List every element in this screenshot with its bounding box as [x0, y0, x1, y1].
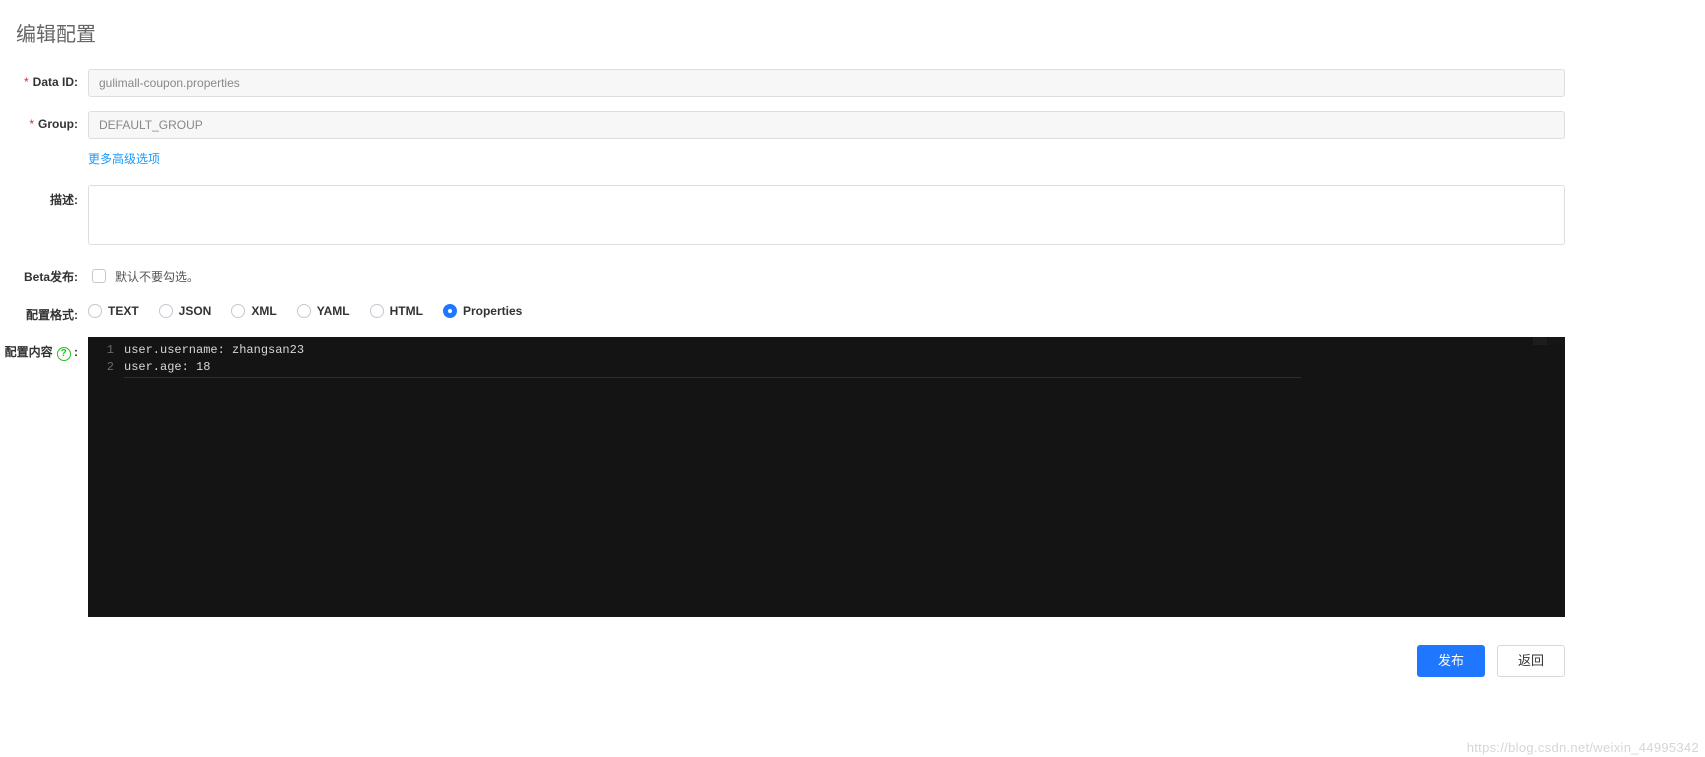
radio-icon — [159, 304, 173, 318]
format-radio-label: XML — [251, 304, 276, 318]
help-icon[interactable]: ? — [57, 347, 71, 361]
radio-icon — [443, 304, 457, 318]
radio-icon — [297, 304, 311, 318]
label-content-suffix: : — [74, 345, 78, 359]
label-group: Group: — [0, 111, 88, 131]
group-input — [88, 111, 1565, 139]
publish-button[interactable]: 发布 — [1417, 645, 1485, 677]
data-id-input — [88, 69, 1565, 97]
format-radio-xml[interactable]: XML — [231, 304, 276, 318]
format-radio-json[interactable]: JSON — [159, 304, 212, 318]
label-desc: 描述: — [0, 185, 88, 208]
row-desc: 描述: — [0, 185, 1705, 248]
code-editor[interactable]: 1user.username: zhangsan232user.age: 18 — [88, 337, 1565, 617]
radio-icon — [88, 304, 102, 318]
back-button[interactable]: 返回 — [1497, 645, 1565, 677]
label-content: 配置内容? : — [0, 337, 88, 361]
format-radio-label: JSON — [179, 304, 212, 318]
footer-actions: 发布 返回 — [0, 631, 1705, 677]
format-radio-group: TEXT JSON XML YAML HTML Properties — [88, 300, 1565, 318]
watermark: https://blog.csdn.net/weixin_44995342 — [1467, 740, 1699, 755]
format-radio-label: YAML — [317, 304, 350, 318]
radio-icon — [231, 304, 245, 318]
label-format: 配置格式: — [0, 300, 88, 323]
row-group: Group: — [0, 111, 1705, 139]
format-radio-label: TEXT — [108, 304, 139, 318]
beta-hint: 默认不要勾选。 — [115, 268, 199, 285]
row-beta: Beta发布: 默认不要勾选。 — [0, 262, 1705, 286]
line-code[interactable]: user.age: 18 — [124, 359, 210, 376]
row-editor: 配置内容? : 1user.username: zhangsan232user.… — [0, 337, 1705, 617]
row-more: 更多高级选项 — [0, 147, 1705, 167]
beta-checkbox[interactable] — [92, 269, 106, 283]
line-number: 2 — [88, 359, 124, 376]
row-format: 配置格式: TEXT JSON XML YAML HTML Properties — [0, 300, 1705, 323]
label-data-id: Data ID: — [0, 69, 88, 89]
desc-textarea[interactable] — [88, 185, 1565, 245]
line-code[interactable]: user.username: zhangsan23 — [124, 342, 304, 359]
format-radio-properties[interactable]: Properties — [443, 304, 522, 318]
format-radio-text[interactable]: TEXT — [88, 304, 139, 318]
format-radio-label: Properties — [463, 304, 522, 318]
label-beta: Beta发布: — [0, 262, 88, 285]
more-advanced-link[interactable]: 更多高级选项 — [88, 151, 160, 167]
format-radio-label: HTML — [390, 304, 423, 318]
row-data-id: Data ID: — [0, 69, 1705, 97]
format-radio-yaml[interactable]: YAML — [297, 304, 350, 318]
format-radio-html[interactable]: HTML — [370, 304, 423, 318]
editor-end-border — [124, 377, 1301, 378]
beta-checkbox-wrap[interactable]: 默认不要勾选。 — [88, 262, 1565, 286]
label-content-text: 配置内容 — [5, 345, 53, 359]
editor-line[interactable]: 2user.age: 18 — [88, 359, 1565, 376]
editor-line[interactable]: 1user.username: zhangsan23 — [88, 342, 1565, 359]
page-title: 编辑配置 — [0, 0, 1705, 69]
radio-icon — [370, 304, 384, 318]
line-number: 1 — [88, 342, 124, 359]
